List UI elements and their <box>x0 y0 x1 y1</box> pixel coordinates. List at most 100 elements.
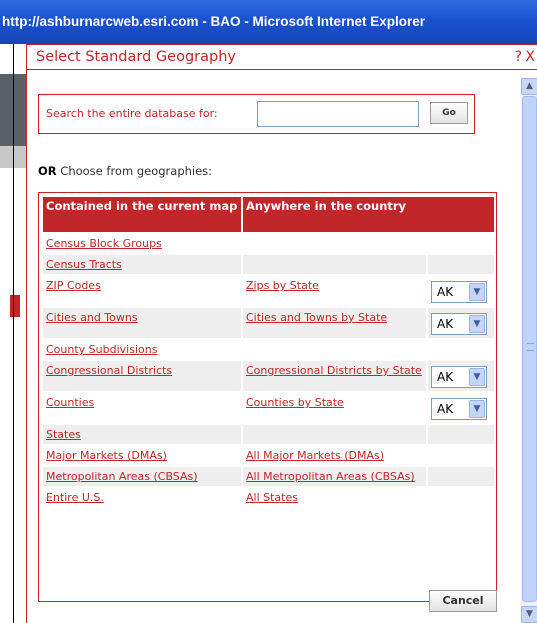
geography-link-current-map[interactable]: Counties <box>46 396 94 409</box>
search-panel: Search the entire database for: Go <box>38 94 475 134</box>
geography-link-anywhere[interactable]: All Major Markets (DMAs) <box>246 449 384 462</box>
cell-current-map: County Subdivisions <box>43 340 241 359</box>
geography-link-anywhere[interactable]: Cities and Towns by State <box>246 311 387 324</box>
geography-link-current-map[interactable]: Census Block Groups <box>46 237 162 250</box>
cell-anywhere <box>243 255 426 274</box>
table-row: Major Markets (DMAs) All Major Markets (D… <box>43 446 494 465</box>
geography-link-anywhere[interactable]: Counties by State <box>246 396 344 409</box>
cell-anywhere: All States <box>243 488 426 507</box>
cell-state <box>428 467 495 486</box>
geography-link-current-map[interactable]: Congressional Districts <box>46 364 172 377</box>
state-select[interactable]: AK ▼ <box>431 398 487 420</box>
cell-state: AK ▼ <box>428 276 494 306</box>
cell-anywhere: Congressional Districts by State <box>243 361 426 391</box>
chevron-down-icon[interactable]: ▼ <box>469 315 485 333</box>
table-row: Counties Counties by State AK ▼ <box>43 393 494 423</box>
scrollbar-thumb[interactable] <box>522 96 537 602</box>
table-row: Census Block Groups <box>43 234 494 253</box>
select-geography-dialog: Select Standard Geography ? X ▲ ▼ Search… <box>26 44 537 623</box>
table-row: Census Tracts <box>43 255 495 274</box>
state-select-value: AK <box>437 402 454 416</box>
window-title: http://ashburnarcweb.esri.com - BAO - Mi… <box>2 14 426 29</box>
chevron-up-icon[interactable]: ▲ <box>521 78 537 95</box>
search-input[interactable] <box>257 101 419 127</box>
geography-link-current-map[interactable]: County Subdivisions <box>46 343 157 356</box>
cell-current-map: Major Markets (DMAs) <box>43 446 241 465</box>
geography-link-current-map[interactable]: Cities and Towns <box>46 311 138 324</box>
geography-link-anywhere[interactable]: Zips by State <box>246 279 319 292</box>
geography-link-anywhere[interactable]: All States <box>246 491 298 504</box>
geography-table-panel: Contained in the current map Anywhere in… <box>38 192 497 602</box>
cell-current-map: Census Block Groups <box>43 234 241 253</box>
cell-state: AK ▼ <box>428 361 495 391</box>
cell-current-map: Metropolitan Areas (CBSAs) <box>43 467 241 486</box>
state-select[interactable]: AK ▼ <box>431 313 487 335</box>
cell-current-map: ZIP Codes <box>43 276 241 306</box>
table-row: Metropolitan Areas (CBSAs) All Metropolit… <box>43 467 495 486</box>
dialog-title: Select Standard Geography <box>36 49 236 65</box>
geography-link-anywhere[interactable]: Congressional Districts by State <box>246 364 422 377</box>
state-select-value: AK <box>437 317 454 331</box>
table-row: States <box>43 425 495 444</box>
state-select-value: AK <box>437 285 454 299</box>
search-label: Search the entire database for: <box>46 107 218 120</box>
cancel-button[interactable]: Cancel <box>429 590 497 612</box>
cell-state <box>428 425 495 444</box>
cell-current-map: Counties <box>43 393 241 423</box>
geography-link-current-map[interactable]: ZIP Codes <box>46 279 101 292</box>
cell-anywhere: Zips by State <box>243 276 426 306</box>
cell-state: AK ▼ <box>428 393 494 423</box>
table-row: Congressional Districts Congressional Dis… <box>43 361 495 391</box>
or-prefix: OR <box>38 164 57 178</box>
background-page-divider <box>13 44 14 623</box>
column-header-anywhere: Anywhere in the country <box>243 197 495 232</box>
chevron-down-icon[interactable]: ▼ <box>469 368 485 386</box>
cell-anywhere: Counties by State <box>243 393 426 423</box>
cell-current-map: Cities and Towns <box>43 308 241 338</box>
cell-anywhere <box>243 340 426 359</box>
cell-state <box>428 340 494 359</box>
cell-current-map: Congressional Districts <box>43 361 241 391</box>
cell-anywhere: Cities and Towns by State <box>243 308 426 338</box>
geography-link-current-map[interactable]: Major Markets (DMAs) <box>46 449 167 462</box>
cell-state <box>428 234 494 253</box>
cell-anywhere <box>243 234 426 253</box>
table-row: Entire U.S. All States <box>43 488 494 507</box>
chevron-down-icon[interactable]: ▼ <box>521 606 537 623</box>
dialog-header: Select Standard Geography ? X <box>27 44 537 70</box>
or-text: Choose from geographies: <box>60 164 213 178</box>
geography-link-current-map[interactable]: Census Tracts <box>46 258 122 271</box>
geography-link-anywhere[interactable]: All Metropolitan Areas (CBSAs) <box>246 470 415 483</box>
table-row: County Subdivisions <box>43 340 494 359</box>
state-select[interactable]: AK ▼ <box>431 366 487 388</box>
close-button[interactable]: X <box>525 49 535 65</box>
scrollbar-grip <box>527 343 534 351</box>
column-header-current-map: Contained in the current map <box>43 197 241 232</box>
cell-anywhere: All Metropolitan Areas (CBSAs) <box>243 467 426 486</box>
cell-current-map: Census Tracts <box>43 255 241 274</box>
cell-state: AK ▼ <box>428 308 495 338</box>
table-header-row: Contained in the current map Anywhere in… <box>43 197 495 232</box>
help-button[interactable]: ? <box>515 49 522 65</box>
geography-link-current-map[interactable]: Entire U.S. <box>46 491 104 504</box>
geography-table: Contained in the current map Anywhere in… <box>41 195 496 509</box>
window-titlebar: http://ashburnarcweb.esri.com - BAO - Mi… <box>0 0 537 44</box>
chevron-down-icon[interactable]: ▼ <box>469 400 485 418</box>
vertical-scrollbar[interactable]: ▲ ▼ <box>521 78 537 623</box>
go-button[interactable]: Go <box>430 102 468 124</box>
cell-current-map: States <box>43 425 241 444</box>
cell-state <box>428 488 494 507</box>
geography-link-current-map[interactable]: States <box>46 428 81 441</box>
cell-current-map: Entire U.S. <box>43 488 241 507</box>
cell-state <box>428 446 494 465</box>
or-instruction: OR Choose from geographies: <box>38 164 212 178</box>
geography-link-current-map[interactable]: Metropolitan Areas (CBSAs) <box>46 470 198 483</box>
cell-anywhere: All Major Markets (DMAs) <box>243 446 426 465</box>
table-row: ZIP Codes Zips by State AK ▼ <box>43 276 494 306</box>
chevron-down-icon[interactable]: ▼ <box>469 283 485 301</box>
state-select[interactable]: AK ▼ <box>431 281 487 303</box>
cell-state <box>428 255 495 274</box>
table-row: Cities and Towns Cities and Towns by Stat… <box>43 308 495 338</box>
cell-anywhere <box>243 425 426 444</box>
background-page-marker <box>10 295 20 317</box>
